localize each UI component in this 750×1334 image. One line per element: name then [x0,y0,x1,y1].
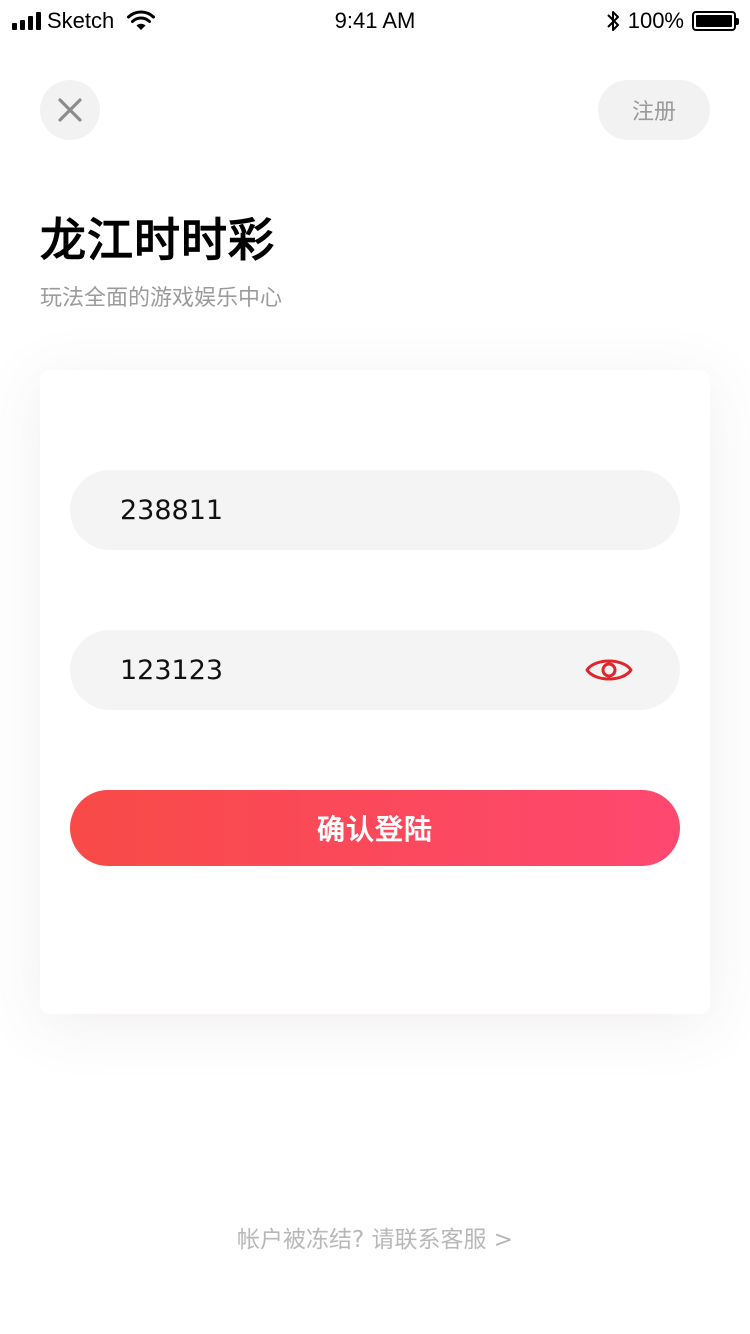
battery-icon [692,11,739,31]
frozen-account-help-link[interactable]: 帐户被冻结? 请联系客服 > [0,1220,750,1254]
battery-fill [696,15,732,27]
status-right: 100% [606,8,739,34]
page-title: 龙江时时彩 [40,213,275,267]
close-button[interactable] [40,80,100,140]
bluetooth-icon [607,11,619,31]
account-input[interactable]: 238811 [70,470,680,550]
password-value: 123123 [120,654,224,686]
login-card: 238811 123123 确认登陆 [40,370,710,1014]
account-value: 238811 [120,494,224,526]
register-button[interactable]: 注册 [598,80,710,140]
page-subtitle: 玩法全面的游戏娱乐中心 [40,286,283,311]
login-button[interactable]: 确认登陆 [70,790,680,866]
status-bar: Sketch 9:41 AM 100% [0,0,750,44]
close-icon [58,98,82,122]
eye-icon[interactable] [584,652,634,688]
battery-percent: 100% [627,8,684,33]
password-input[interactable]: 123123 [70,630,680,710]
